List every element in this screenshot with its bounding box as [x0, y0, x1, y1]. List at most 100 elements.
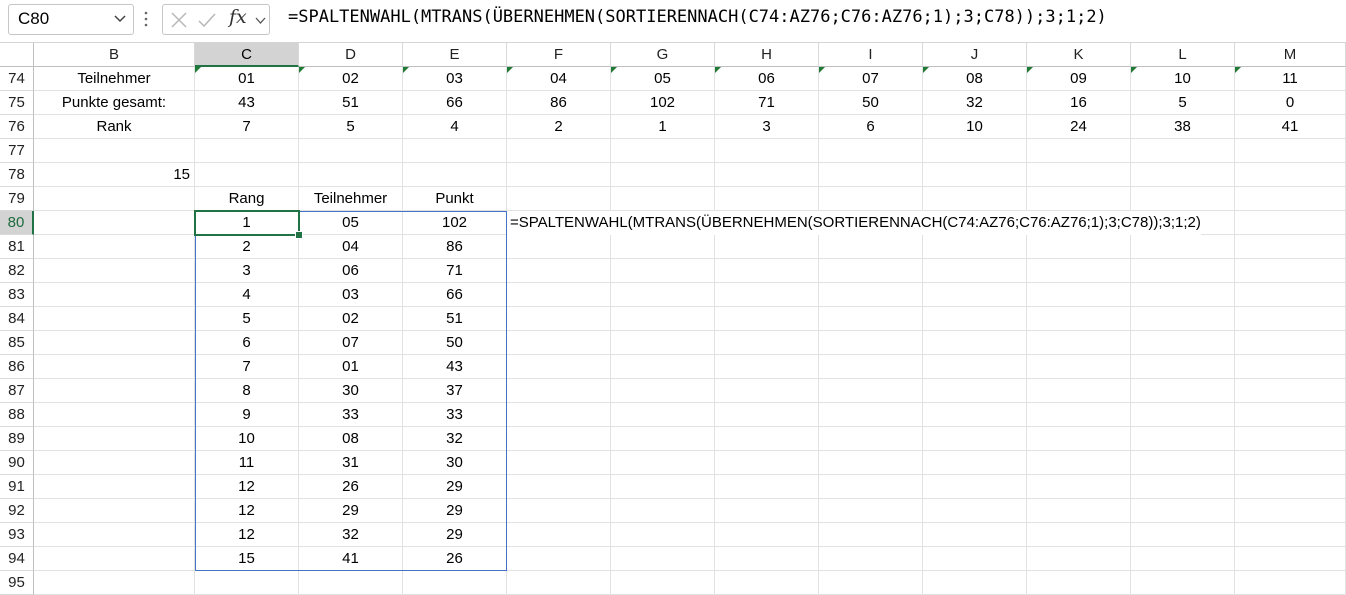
- cell[interactable]: [34, 355, 195, 379]
- cell[interactable]: [1027, 331, 1131, 355]
- data-cell[interactable]: 02: [299, 67, 403, 91]
- cell[interactable]: [507, 163, 611, 187]
- cell[interactable]: [1027, 259, 1131, 283]
- cell[interactable]: [507, 331, 611, 355]
- row-header-75[interactable]: 75: [0, 91, 34, 115]
- x-icon[interactable]: [169, 10, 189, 30]
- cell[interactable]: [1235, 187, 1346, 211]
- column-header-h[interactable]: H: [715, 43, 819, 67]
- fill-handle[interactable]: [295, 231, 303, 239]
- column-header-f[interactable]: F: [507, 43, 611, 67]
- cell[interactable]: [507, 187, 611, 211]
- column-header-m[interactable]: M: [1235, 43, 1346, 67]
- cell[interactable]: [1131, 283, 1235, 307]
- cell[interactable]: [923, 451, 1027, 475]
- cell[interactable]: [923, 499, 1027, 523]
- data-cell[interactable]: 41: [1235, 115, 1346, 139]
- data-cell[interactable]: 66: [403, 91, 507, 115]
- cell[interactable]: [507, 475, 611, 499]
- cell[interactable]: [34, 379, 195, 403]
- cell[interactable]: [1131, 571, 1235, 595]
- result-cell[interactable]: 12: [195, 523, 299, 547]
- data-cell[interactable]: 03: [403, 67, 507, 91]
- column-header-b[interactable]: B: [34, 43, 195, 67]
- cell[interactable]: [1131, 427, 1235, 451]
- cell[interactable]: [819, 523, 923, 547]
- cell[interactable]: [34, 499, 195, 523]
- cell[interactable]: [507, 403, 611, 427]
- cell[interactable]: [507, 547, 611, 571]
- cell[interactable]: [1131, 451, 1235, 475]
- cell[interactable]: [299, 163, 403, 187]
- cell[interactable]: [715, 139, 819, 163]
- result-cell[interactable]: 8: [195, 379, 299, 403]
- data-cell[interactable]: 05: [611, 67, 715, 91]
- result-cell[interactable]: 06: [299, 259, 403, 283]
- data-cell[interactable]: 50: [819, 91, 923, 115]
- result-cell[interactable]: 43: [403, 355, 507, 379]
- cell[interactable]: [715, 307, 819, 331]
- cell[interactable]: [715, 379, 819, 403]
- cell[interactable]: [195, 163, 299, 187]
- row-header-87[interactable]: 87: [0, 379, 34, 403]
- data-cell[interactable]: 09: [1027, 67, 1131, 91]
- cell[interactable]: [715, 499, 819, 523]
- result-cell[interactable]: 04: [299, 235, 403, 259]
- cell[interactable]: [715, 163, 819, 187]
- result-header-cell[interactable]: Teilnehmer: [299, 187, 403, 211]
- cell[interactable]: [34, 547, 195, 571]
- row-header-92[interactable]: 92: [0, 499, 34, 523]
- cell[interactable]: [923, 187, 1027, 211]
- cell[interactable]: [715, 235, 819, 259]
- cell[interactable]: [923, 163, 1027, 187]
- cell[interactable]: [923, 331, 1027, 355]
- cell[interactable]: [34, 331, 195, 355]
- cell[interactable]: [819, 139, 923, 163]
- cell[interactable]: [923, 523, 1027, 547]
- cell[interactable]: [507, 235, 611, 259]
- cell[interactable]: [819, 259, 923, 283]
- cell[interactable]: [611, 163, 715, 187]
- row-header-78[interactable]: 78: [0, 163, 34, 187]
- result-cell[interactable]: 32: [299, 523, 403, 547]
- cell[interactable]: [611, 259, 715, 283]
- chevron-down-icon[interactable]: [113, 11, 127, 25]
- cell[interactable]: [34, 211, 195, 235]
- cell[interactable]: [34, 523, 195, 547]
- cell[interactable]: [1235, 427, 1346, 451]
- chevron-down-icon[interactable]: [255, 15, 266, 26]
- check-icon[interactable]: [197, 10, 217, 30]
- result-cell[interactable]: 6: [195, 331, 299, 355]
- cell[interactable]: [1027, 187, 1131, 211]
- data-cell[interactable]: 5: [299, 115, 403, 139]
- cell[interactable]: [507, 427, 611, 451]
- cell[interactable]: [1027, 427, 1131, 451]
- result-cell[interactable]: 26: [403, 547, 507, 571]
- row-header-95[interactable]: 95: [0, 571, 34, 595]
- cell[interactable]: [1131, 331, 1235, 355]
- data-cell[interactable]: 10: [923, 115, 1027, 139]
- data-cell[interactable]: 71: [715, 91, 819, 115]
- cell[interactable]: [819, 403, 923, 427]
- cell[interactable]: [611, 139, 715, 163]
- data-cell[interactable]: 24: [1027, 115, 1131, 139]
- cell[interactable]: [1131, 187, 1235, 211]
- cell[interactable]: [1027, 235, 1131, 259]
- cell[interactable]: [715, 403, 819, 427]
- cell[interactable]: [611, 499, 715, 523]
- cell[interactable]: [1131, 499, 1235, 523]
- cell[interactable]: [1235, 379, 1346, 403]
- cell[interactable]: [819, 355, 923, 379]
- result-cell[interactable]: 7: [195, 355, 299, 379]
- cell[interactable]: [507, 139, 611, 163]
- cell[interactable]: [611, 547, 715, 571]
- cell[interactable]: [1235, 331, 1346, 355]
- cell[interactable]: [34, 283, 195, 307]
- cell[interactable]: [1235, 499, 1346, 523]
- cell[interactable]: [403, 571, 507, 595]
- cell[interactable]: [1131, 379, 1235, 403]
- cell[interactable]: [923, 571, 1027, 595]
- result-cell[interactable]: 10: [195, 427, 299, 451]
- result-cell[interactable]: 2: [195, 235, 299, 259]
- cell[interactable]: [611, 235, 715, 259]
